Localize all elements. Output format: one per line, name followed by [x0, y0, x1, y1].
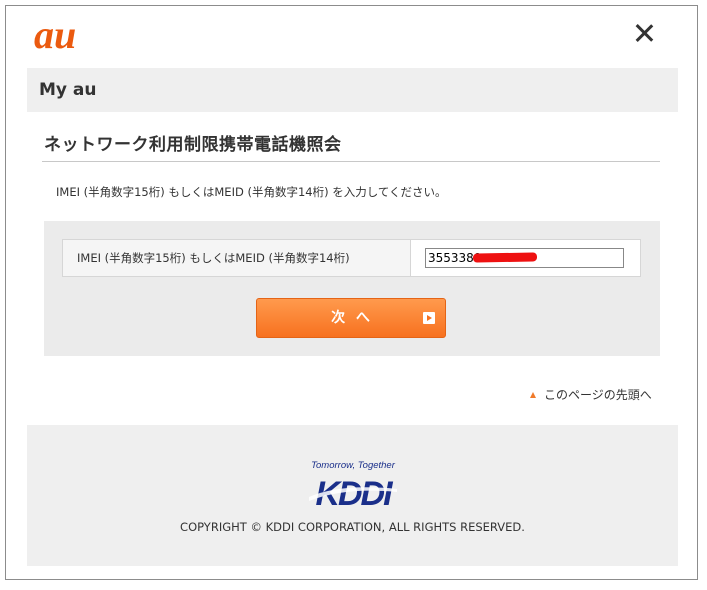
svg-text:au: au: [34, 16, 76, 56]
redaction-mark: [472, 252, 538, 263]
arrow-right-icon: [423, 312, 435, 324]
page-title: ネットワーク利用制限携帯電話機照会: [44, 135, 342, 155]
band-title: My au: [39, 80, 97, 100]
imei-field-cell: [411, 240, 640, 276]
dialog-frame: au My au ネットワーク利用制限携帯電話機照会 IMEI (半角数字15桁…: [5, 5, 698, 580]
my-au-band: My au: [27, 68, 678, 112]
triangle-up-icon: [530, 392, 536, 398]
kddi-logo: Tomorrow, Together KDDI: [309, 460, 397, 509]
heading-divider: [42, 161, 660, 162]
instruction-text: IMEI (半角数字15桁) もしくはMEID (半角数字14桁) を入力してく…: [56, 185, 447, 199]
imei-field-label: IMEI (半角数字15桁) もしくはMEID (半角数字14桁): [63, 240, 411, 276]
next-button[interactable]: 次 へ: [256, 298, 446, 338]
footer: Tomorrow, Together KDDI COPYRIGHT © KDDI…: [27, 425, 678, 566]
page-top-label: このページの先頭へ: [544, 388, 652, 402]
copyright-text: COPYRIGHT © KDDI CORPORATION, ALL RIGHTS…: [180, 520, 525, 534]
au-logo: au: [34, 16, 76, 56]
svg-text:Tomorrow, Together: Tomorrow, Together: [311, 460, 396, 471]
close-icon[interactable]: [630, 20, 658, 48]
form-panel: IMEI (半角数字15桁) もしくはMEID (半角数字14桁) 次 へ: [44, 221, 660, 356]
imei-field-row: IMEI (半角数字15桁) もしくはMEID (半角数字14桁): [62, 239, 641, 277]
next-button-label: 次 へ: [331, 310, 373, 326]
page-top-link[interactable]: このページの先頭へ: [530, 386, 652, 403]
